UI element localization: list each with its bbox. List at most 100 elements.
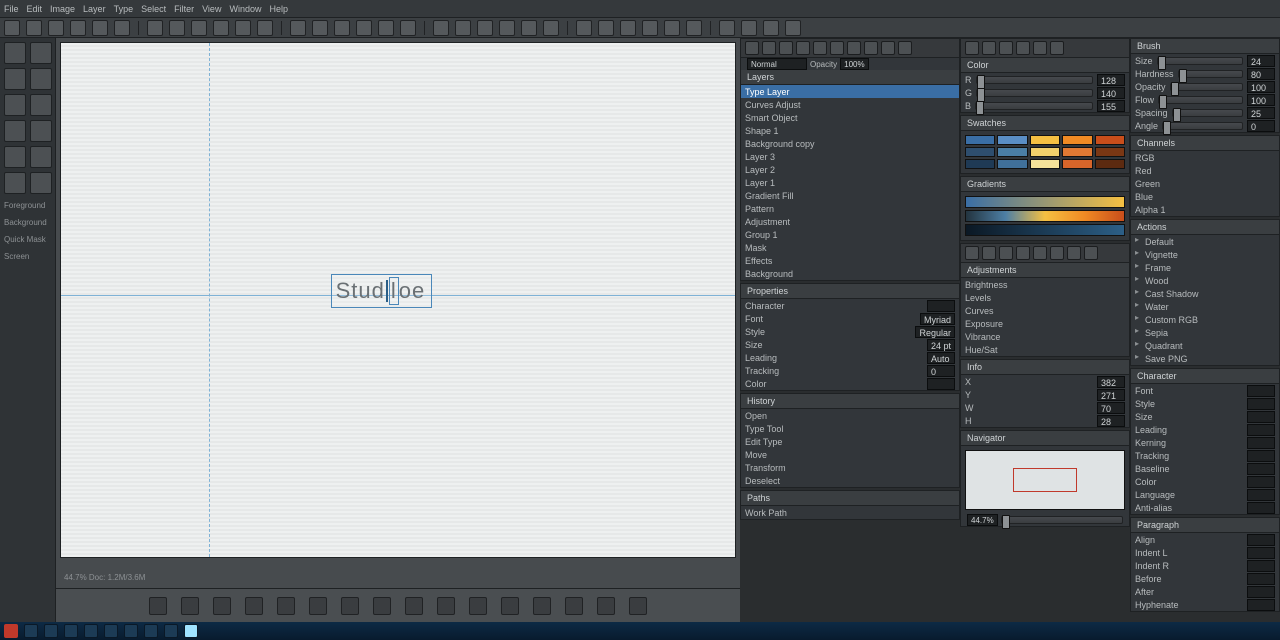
canvastool-11-icon[interactable] <box>501 597 519 615</box>
adjust-row[interactable]: Vibrance <box>961 330 1129 343</box>
tool-crop[interactable] <box>4 94 26 116</box>
info-row[interactable]: W70 <box>961 401 1129 414</box>
workspace-switcher-icon[interactable] <box>1196 2 1210 16</box>
optbar-27-icon[interactable] <box>642 20 658 36</box>
optbar-20-icon[interactable] <box>477 20 493 36</box>
char-value[interactable] <box>1247 424 1275 436</box>
layerstrip-4-icon[interactable] <box>813 41 827 55</box>
tool-eyedrop[interactable] <box>30 94 52 116</box>
adjstrip-7-icon[interactable] <box>1084 246 1098 260</box>
swatch[interactable] <box>1095 147 1125 157</box>
optbar-28-icon[interactable] <box>664 20 680 36</box>
layer-row[interactable]: Smart Object <box>741 111 959 124</box>
menu-help[interactable]: Help <box>269 4 288 14</box>
brush-slider-value[interactable]: 100 <box>1247 94 1275 106</box>
prop-row[interactable]: LeadingAuto <box>741 351 959 364</box>
swatch[interactable] <box>1030 159 1060 169</box>
canvastool-3-icon[interactable] <box>245 597 263 615</box>
navigator-thumb[interactable] <box>965 450 1125 510</box>
optbar-8-icon[interactable] <box>191 20 207 36</box>
taskbar-pin[interactable] <box>84 624 98 638</box>
adjstrip-5-icon[interactable] <box>1050 246 1064 260</box>
para-value[interactable] <box>1247 573 1275 585</box>
swatch[interactable] <box>1095 159 1125 169</box>
action-row[interactable]: Custom RGB <box>1131 313 1279 326</box>
optbar-6-icon[interactable] <box>147 20 163 36</box>
menu-view[interactable]: View <box>202 4 221 14</box>
action-row[interactable]: Default <box>1131 235 1279 248</box>
canvastool-6-icon[interactable] <box>341 597 359 615</box>
swatch[interactable] <box>1030 135 1060 145</box>
brush-slider[interactable] <box>1157 57 1243 65</box>
optbar-29-icon[interactable] <box>686 20 702 36</box>
menu-window[interactable]: Window <box>229 4 261 14</box>
color-slider[interactable] <box>975 102 1093 110</box>
swatch[interactable] <box>965 147 995 157</box>
para-row[interactable]: After <box>1131 585 1279 598</box>
tool-clone[interactable] <box>30 120 52 142</box>
char-row[interactable]: Font <box>1131 384 1279 397</box>
info-value[interactable]: 28 <box>1097 415 1125 427</box>
char-row[interactable]: Kerning <box>1131 436 1279 449</box>
layer-row[interactable]: Gradient Fill <box>741 189 959 202</box>
optbar-9-icon[interactable] <box>213 20 229 36</box>
optbar-25-icon[interactable] <box>598 20 614 36</box>
taskbar-pin[interactable] <box>144 624 158 638</box>
canvastool-5-icon[interactable] <box>309 597 327 615</box>
canvastool-4-icon[interactable] <box>277 597 295 615</box>
brush-slider-value[interactable]: 100 <box>1247 81 1275 93</box>
taskbar-pin[interactable] <box>124 624 138 638</box>
layer-row[interactable]: Effects <box>741 254 959 267</box>
canvastool-1-icon[interactable] <box>181 597 199 615</box>
menu-filter[interactable]: Filter <box>174 4 194 14</box>
optbar-16-icon[interactable] <box>378 20 394 36</box>
navigator-zoom-field[interactable]: 44.7% <box>967 514 998 526</box>
layer-row[interactable]: Group 1 <box>741 228 959 241</box>
prop-row[interactable]: Size24 pt <box>741 338 959 351</box>
maximize-icon[interactable] <box>1240 2 1254 16</box>
tool-marquee[interactable] <box>30 42 52 64</box>
info-value[interactable]: 70 <box>1097 402 1125 414</box>
action-row[interactable]: Wood <box>1131 274 1279 287</box>
layerstrip-9-icon[interactable] <box>898 41 912 55</box>
char-value[interactable] <box>1247 489 1275 501</box>
history-row[interactable]: Transform <box>741 461 959 474</box>
layerstrip-7-icon[interactable] <box>864 41 878 55</box>
minimize-icon[interactable] <box>1218 2 1232 16</box>
layer-row[interactable]: Layer 3 <box>741 150 959 163</box>
prop-value[interactable]: 0 <box>927 365 955 377</box>
optbar-23-icon[interactable] <box>543 20 559 36</box>
brush-slider[interactable] <box>1178 70 1243 78</box>
optbar-33-icon[interactable] <box>785 20 801 36</box>
color-slider-value[interactable]: 128 <box>1097 74 1125 86</box>
para-row[interactable]: Indent R <box>1131 559 1279 572</box>
optbar-10-icon[interactable] <box>235 20 251 36</box>
taskbar-pin[interactable] <box>24 624 38 638</box>
action-row[interactable]: Frame <box>1131 261 1279 274</box>
layerstrip-2-icon[interactable] <box>779 41 793 55</box>
prop-value[interactable] <box>927 300 955 312</box>
action-row[interactable]: Vignette <box>1131 248 1279 261</box>
taskbar-pin[interactable] <box>164 624 178 638</box>
colorstrip-0-icon[interactable] <box>965 41 979 55</box>
char-row[interactable]: Tracking <box>1131 449 1279 462</box>
para-value[interactable] <box>1247 534 1275 546</box>
swatch[interactable] <box>997 159 1027 169</box>
close-icon[interactable] <box>1262 2 1276 16</box>
layer-row[interactable]: Pattern <box>741 202 959 215</box>
char-row[interactable]: Size <box>1131 410 1279 423</box>
tool-lasso[interactable] <box>4 68 26 90</box>
char-value[interactable] <box>1247 411 1275 423</box>
optbar-5-icon[interactable] <box>114 20 130 36</box>
optbar-30-icon[interactable] <box>719 20 735 36</box>
history-row[interactable]: Deselect <box>741 474 959 487</box>
start-button[interactable] <box>4 624 18 638</box>
channel-row[interactable]: Blue <box>1131 190 1279 203</box>
optbar-15-icon[interactable] <box>356 20 372 36</box>
tool-gradient[interactable] <box>30 146 52 168</box>
channel-row[interactable]: Red <box>1131 164 1279 177</box>
optbar-0-icon[interactable] <box>4 20 20 36</box>
color-slider-value[interactable]: 155 <box>1097 100 1125 112</box>
opacity-field[interactable]: 100% <box>840 58 868 70</box>
info-row[interactable]: X382 <box>961 375 1129 388</box>
